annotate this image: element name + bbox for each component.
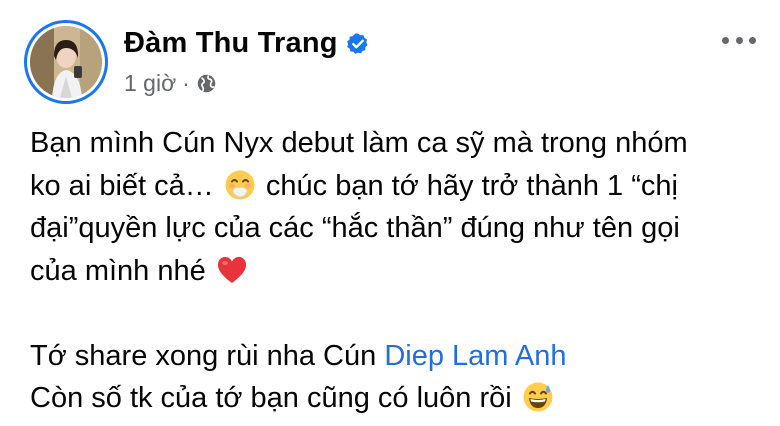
face-with-hand-over-mouth-emoji <box>225 170 255 199</box>
avatar <box>30 26 102 98</box>
post-text-line: của mình nhé <box>30 250 770 293</box>
avatar-photo <box>30 26 102 98</box>
post-text-line: ko ai biết cả… chúc bạn tớ hãy trở thành… <box>30 169 678 202</box>
facebook-post: Đàm Thu Trang 1 giờ · Bạn mình Cún Nyx d… <box>0 0 780 426</box>
post-body: Bạn mình Cún Nyx debut làm ca sỹ mà tron… <box>30 122 770 420</box>
red-heart-emoji <box>217 256 246 283</box>
verified-badge-icon <box>346 33 368 54</box>
avatar-story-ring[interactable] <box>24 20 108 104</box>
post-text-line: Tớ share xong rùi nha Cún Diep Lam Anh <box>30 339 567 372</box>
separator-dot: · <box>182 70 190 96</box>
post-header: Đàm Thu Trang 1 giờ · <box>24 14 370 110</box>
mention-link[interactable]: Diep Lam Anh <box>384 340 566 372</box>
post-text-line: Bạn mình Cún Nyx debut làm ca sỹ mà tron… <box>30 127 688 159</box>
more-horizontal-icon <box>722 36 729 44</box>
post-text-line: đại”quyền lực của các “hắc thần” đúng nh… <box>30 212 680 244</box>
more-options-button[interactable] <box>722 30 756 50</box>
post-timestamp[interactable]: 1 giờ <box>124 70 176 97</box>
author-name[interactable]: Đàm Thu Trang <box>124 27 338 60</box>
grinning-face-with-sweat-emoji <box>523 382 553 412</box>
post-text-line: Còn số tk của tớ bạn cũng có luôn rồi <box>30 377 770 420</box>
globe-icon[interactable] <box>196 73 217 94</box>
post-meta: Đàm Thu Trang 1 giờ · <box>124 27 370 97</box>
